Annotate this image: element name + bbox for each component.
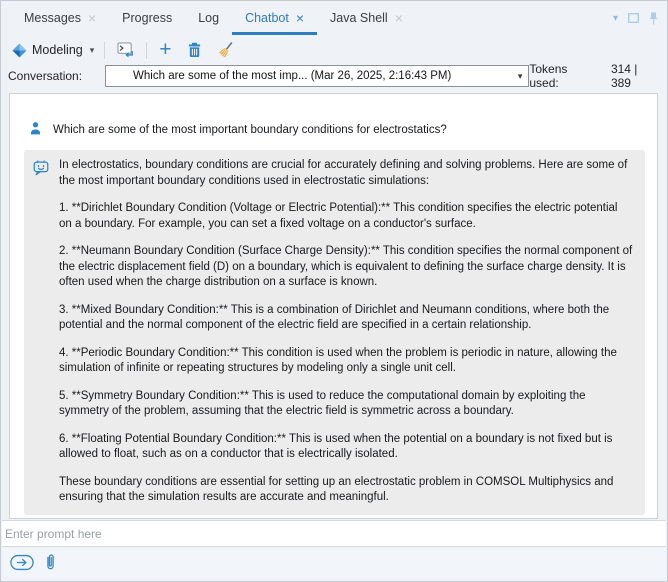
window-controls: ▾	[613, 1, 667, 35]
tab-progress[interactable]: Progress	[109, 1, 185, 35]
tab-label: Chatbot	[245, 11, 289, 25]
modeling-diamond-icon	[12, 43, 27, 58]
tokens-used-value: 314 | 389	[611, 62, 660, 90]
send-prompt-button[interactable]	[10, 554, 34, 571]
prompt-action-row	[2, 548, 666, 577]
tab-log[interactable]: Log	[185, 1, 232, 35]
chatbot-icon	[32, 159, 50, 177]
bot-paragraph: 1. **Dirichlet Boundary Condition (Volta…	[59, 201, 633, 232]
caret-down-icon: ▾	[90, 45, 95, 56]
tab-label: Messages	[24, 11, 81, 25]
terminal-transfer-icon	[117, 42, 134, 58]
clear-conversation-button[interactable]	[212, 39, 239, 62]
toolbar-separator	[146, 42, 147, 59]
prompt-input-row	[2, 520, 666, 547]
trash-icon	[187, 42, 202, 58]
close-icon[interactable]: ×	[88, 11, 96, 25]
bot-message-text: In electrostatics, boundary conditions a…	[59, 158, 633, 515]
tab-label: Progress	[122, 11, 172, 25]
tokens-used: Tokens used: 314 | 389	[529, 62, 660, 90]
close-icon[interactable]: ×	[296, 11, 304, 25]
close-icon[interactable]: ×	[395, 11, 403, 25]
chatbot-window: Messages × Progress Log Chatbot × Java S…	[0, 0, 668, 582]
caret-down-icon: ▾	[518, 71, 523, 82]
bot-paragraph: 4. **Periodic Boundary Condition:** This…	[59, 346, 633, 377]
bot-paragraph: In electrostatics, boundary conditions a…	[59, 158, 633, 189]
chat-history-panel[interactable]: Which are some of the most important bou…	[9, 93, 658, 519]
paperclip-icon	[45, 551, 56, 574]
broom-icon	[217, 41, 234, 60]
user-icon	[28, 121, 43, 136]
bot-paragraph: 5. **Symmetry Boundary Condition:** This…	[59, 389, 633, 420]
mode-dropdown-button[interactable]: Modeling ▾	[9, 41, 97, 60]
conversation-row: Conversation: Which are some of the most…	[1, 63, 667, 89]
send-to-java-shell-button[interactable]	[112, 40, 139, 60]
bot-message: In electrostatics, boundary conditions a…	[24, 150, 645, 515]
pin-icon[interactable]	[649, 12, 658, 25]
tokens-used-label: Tokens used:	[529, 62, 599, 90]
user-message: Which are some of the most important bou…	[28, 122, 641, 138]
conversation-selected-value: Which are some of the most imp... (Mar 2…	[133, 70, 518, 82]
conversation-select[interactable]: Which are some of the most imp... (Mar 2…	[105, 65, 529, 87]
maximize-icon[interactable]	[628, 13, 639, 23]
delete-conversation-button[interactable]	[182, 40, 207, 60]
new-conversation-button[interactable]: +	[154, 39, 176, 62]
attach-file-button[interactable]	[45, 551, 56, 574]
panel-menu-caret-icon[interactable]: ▾	[613, 13, 618, 24]
tab-chatbot[interactable]: Chatbot ×	[232, 1, 317, 35]
bot-paragraph: 6. **Floating Potential Boundary Conditi…	[59, 432, 633, 463]
conversation-label: Conversation:	[8, 69, 82, 83]
chatbot-toolbar: Modeling ▾ +	[1, 37, 239, 63]
tab-messages[interactable]: Messages ×	[11, 1, 109, 35]
user-message-text: Which are some of the most important bou…	[53, 122, 447, 138]
bot-paragraph: 3. **Mixed Boundary Condition:** This is…	[59, 303, 633, 334]
bot-paragraph: These boundary conditions are essential …	[59, 475, 633, 506]
prompt-input[interactable]	[2, 521, 666, 546]
toolbar-separator	[104, 42, 105, 59]
send-icon	[10, 554, 34, 571]
bot-paragraph: 2. **Neumann Boundary Condition (Surface…	[59, 244, 633, 291]
mode-dropdown-label: Modeling	[32, 43, 83, 57]
tab-label: Java Shell	[330, 11, 388, 25]
tab-label: Log	[198, 11, 219, 25]
tab-java-shell[interactable]: Java Shell ×	[317, 1, 416, 35]
plus-icon: +	[159, 39, 171, 60]
tab-bar: Messages × Progress Log Chatbot × Java S…	[1, 1, 667, 35]
